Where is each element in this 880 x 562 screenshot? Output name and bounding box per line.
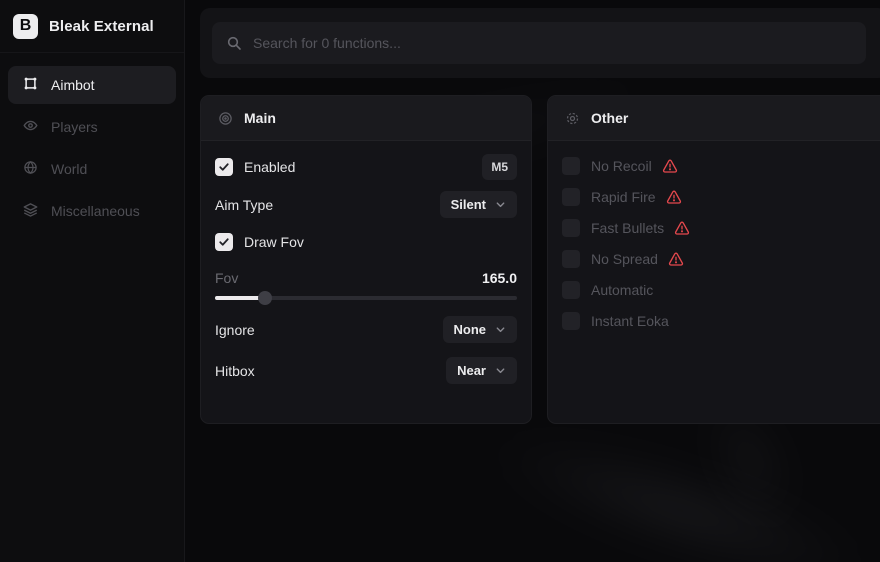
ignore-label: Ignore (215, 322, 255, 338)
sidebar-header: B Bleak External (0, 0, 184, 53)
warning-icon (668, 251, 684, 267)
sidebar-item-world[interactable]: World (8, 150, 176, 188)
sidebar-item-label: World (51, 161, 87, 177)
draw-fov-checkbox[interactable] (215, 233, 233, 251)
sidebar-item-aimbot[interactable]: Aimbot (8, 66, 176, 104)
automatic-row: Automatic (562, 281, 880, 299)
aim-type-value: Silent (451, 197, 486, 212)
ignore-row: Ignore None (215, 316, 517, 343)
fov-slider[interactable] (215, 296, 517, 300)
sidebar-nav: Aimbot Players World (0, 53, 184, 247)
draw-fov-row: Draw Fov (215, 229, 517, 254)
app-title: Bleak External (49, 18, 154, 35)
panel-other-header: Other (548, 96, 880, 141)
rapid-fire-row: Rapid Fire (562, 188, 880, 206)
search-box[interactable] (212, 22, 866, 64)
eye-icon (23, 118, 38, 136)
panel-main-header: Main (201, 96, 531, 141)
rapid-fire-label: Rapid Fire (591, 189, 656, 205)
aim-type-label: Aim Type (215, 197, 273, 213)
search-icon (226, 35, 242, 51)
fast-bullets-checkbox[interactable] (562, 219, 580, 237)
sidebar-item-label: Miscellaneous (51, 203, 140, 219)
rapid-fire-checkbox[interactable] (562, 188, 580, 206)
target-icon (218, 111, 233, 126)
draw-fov-label: Draw Fov (244, 234, 304, 250)
ignore-dropdown[interactable]: None (443, 316, 518, 343)
chevron-down-icon (495, 365, 506, 376)
app-logo: B (13, 14, 38, 39)
sidebar-item-label: Aimbot (51, 77, 95, 93)
chevron-down-icon (495, 324, 506, 335)
no-spread-row: No Spread (562, 250, 880, 268)
warning-icon (662, 158, 678, 174)
warning-icon (674, 220, 690, 236)
fov-label: Fov (215, 270, 238, 286)
automatic-label: Automatic (591, 282, 653, 298)
gear-icon (565, 111, 580, 126)
instant-eoka-label: Instant Eoka (591, 313, 669, 329)
search-container (200, 8, 880, 78)
instant-eoka-checkbox[interactable] (562, 312, 580, 330)
layers-icon (23, 202, 38, 220)
no-spread-checkbox[interactable] (562, 250, 580, 268)
chevron-down-icon (495, 199, 506, 210)
keybind-button[interactable]: M5 (482, 154, 517, 180)
hitbox-value: Near (457, 363, 486, 378)
panel-main-body: Enabled M5 Aim Type Silent Draw Fov Fov … (201, 141, 531, 408)
search-input[interactable] (253, 35, 852, 51)
no-recoil-label: No Recoil (591, 158, 652, 174)
sidebar-item-label: Players (51, 119, 98, 135)
no-recoil-checkbox[interactable] (562, 157, 580, 175)
fov-slider-row (215, 296, 517, 300)
globe-icon (23, 160, 38, 178)
fov-row: Fov 165.0 (215, 265, 517, 290)
automatic-checkbox[interactable] (562, 281, 580, 299)
fov-slider-thumb[interactable] (258, 291, 272, 305)
no-recoil-row: No Recoil (562, 157, 880, 175)
hitbox-label: Hitbox (215, 363, 255, 379)
warning-icon (666, 189, 682, 205)
enabled-checkbox[interactable] (215, 158, 233, 176)
hitbox-dropdown[interactable]: Near (446, 357, 517, 384)
enabled-label: Enabled (244, 159, 295, 175)
enabled-row: Enabled M5 (215, 154, 517, 180)
scan-icon (23, 76, 38, 94)
aim-type-dropdown[interactable]: Silent (440, 191, 517, 218)
sidebar-item-miscellaneous[interactable]: Miscellaneous (8, 192, 176, 230)
ignore-value: None (454, 322, 487, 337)
fast-bullets-row: Fast Bullets (562, 219, 880, 237)
aim-type-row: Aim Type Silent (215, 191, 517, 218)
panel-title: Main (244, 110, 276, 126)
hitbox-row: Hitbox Near (215, 357, 517, 384)
panel-title: Other (591, 110, 628, 126)
instant-eoka-row: Instant Eoka (562, 312, 880, 330)
fov-value: 165.0 (482, 270, 517, 286)
sidebar-item-players[interactable]: Players (8, 108, 176, 146)
fast-bullets-label: Fast Bullets (591, 220, 664, 236)
sidebar: B Bleak External Aimbot (0, 0, 185, 562)
panel-main: Main Enabled M5 Aim Type Silent Draw Fov (200, 95, 532, 424)
no-spread-label: No Spread (591, 251, 658, 267)
panel-other: Other No Recoil Rapid Fire Fast Bullets (547, 95, 880, 424)
panel-other-body: No Recoil Rapid Fire Fast Bullets No Spr… (548, 141, 880, 356)
